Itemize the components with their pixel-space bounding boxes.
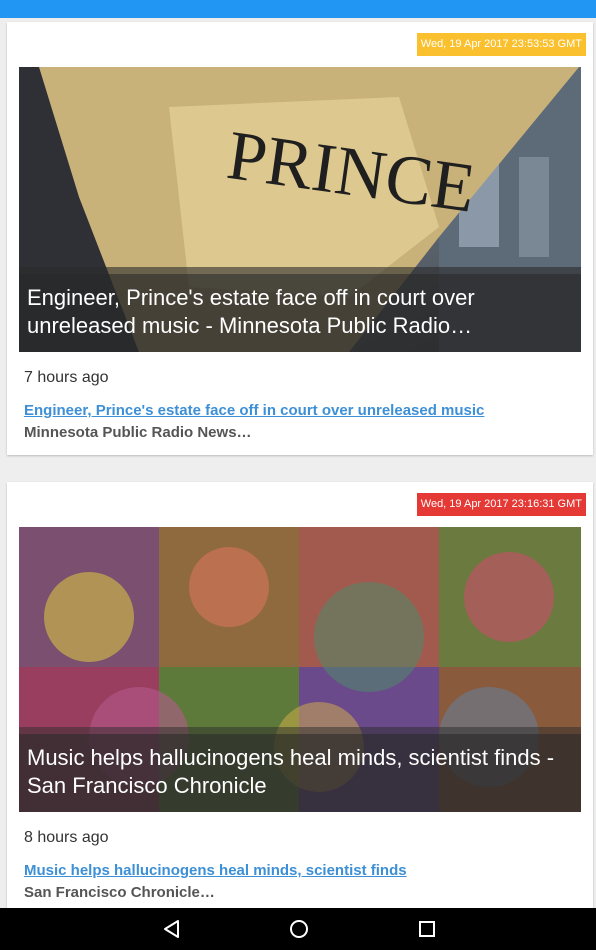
article-age: 7 hours ago [24,369,109,386]
article-image[interactable]: PRINCE Engineer, Prince's estate face of… [19,67,581,352]
news-feed[interactable]: Wed, 19 Apr 2017 23:53:53 GMT PRINCE Eng… [0,18,596,908]
home-circle-icon[interactable] [289,919,309,939]
timestamp-badge: Wed, 19 Apr 2017 23:53:53 GMT [416,33,586,56]
article-age: 8 hours ago [24,829,109,846]
article-source: San Francisco Chronicle… [24,884,215,901]
news-card[interactable]: Wed, 19 Apr 2017 23:53:53 GMT PRINCE Eng… [7,22,593,455]
image-caption: Engineer, Prince's estate face off in co… [19,274,581,352]
timestamp-badge: Wed, 19 Apr 2017 23:16:31 GMT [416,493,586,516]
recents-square-icon[interactable] [417,919,437,939]
image-caption: Music helps hallucinogens heal minds, sc… [19,734,581,812]
status-bar [0,0,596,18]
news-card[interactable]: Wed, 19 Apr 2017 23:16:31 GMT Music help… [7,482,593,908]
article-link[interactable]: Music helps hallucinogens heal minds, sc… [24,862,407,879]
back-triangle-icon[interactable] [162,919,182,939]
article-image[interactable]: Music helps hallucinogens heal minds, sc… [19,527,581,812]
article-link[interactable]: Engineer, Prince's estate face off in co… [24,402,484,419]
navigation-bar [0,908,596,950]
article-source: Minnesota Public Radio News… [24,424,252,441]
